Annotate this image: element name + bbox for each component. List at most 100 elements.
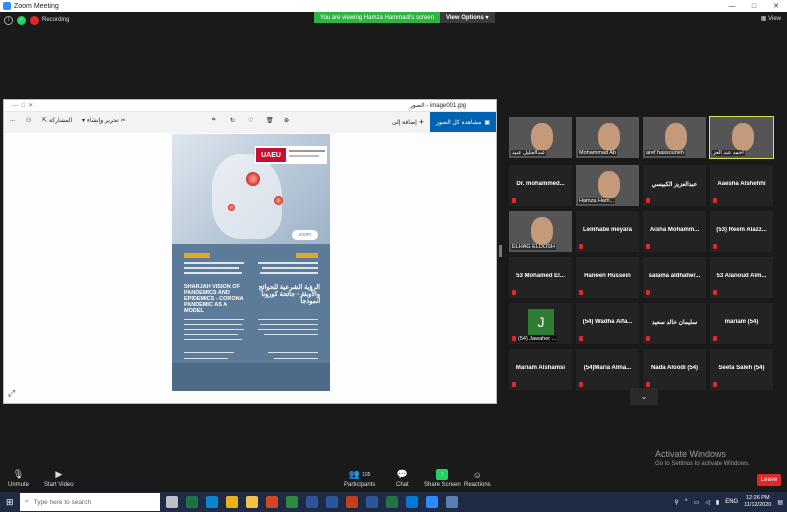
participants-button[interactable]: 👥 105 Participants: [344, 469, 375, 488]
activate-line1: Activate Windows: [655, 449, 727, 459]
start-video-button[interactable]: ▶ Start Video: [44, 469, 74, 488]
participant-tile[interactable]: salama aldhaher...: [642, 256, 707, 299]
chevron-up-icon[interactable]: ^: [685, 499, 688, 505]
poster-hand-graphic: [212, 154, 282, 239]
unmute-button[interactable]: 🎙︎ Unmute: [8, 469, 29, 488]
split-divider-handle[interactable]: [499, 245, 502, 257]
participant-tile[interactable]: (53) Reem Alazz...: [709, 210, 774, 253]
zoom-taskbar-icon[interactable]: [426, 496, 438, 508]
participant-tile[interactable]: (54) Wadha Alfa...: [575, 302, 640, 345]
participant-tile[interactable]: Mariam Alshamsi: [508, 348, 573, 391]
participant-tile[interactable]: mariam (54): [709, 302, 774, 345]
participant-tile[interactable]: عبدالعزيز الكبيسي: [642, 164, 707, 207]
share-screen-button[interactable]: ↑ Share Screen: [424, 469, 461, 488]
expand-icon[interactable]: ⤢: [8, 388, 15, 399]
leave-button[interactable]: Leave: [757, 474, 781, 486]
edge-icon[interactable]: [206, 496, 218, 508]
muted-mic-icon: [646, 336, 650, 341]
people-icon[interactable]: ⚲: [674, 499, 678, 506]
task-view-icon[interactable]: [166, 496, 178, 508]
participant-tile[interactable]: عبدالجليل عبيد: [508, 116, 573, 159]
participant-tile[interactable]: أحمد عبد العز: [709, 116, 774, 159]
add-to-button[interactable]: إضافة إلى +: [392, 117, 424, 127]
notifications-icon[interactable]: ▤: [777, 499, 783, 506]
poster-text-line: [268, 352, 318, 353]
file-explorer-icon[interactable]: [246, 496, 258, 508]
poster-tag-en: [184, 253, 210, 258]
info-icon[interactable]: i: [4, 15, 13, 25]
participant-tile[interactable]: Mohammad Ab: [575, 116, 640, 159]
participant-tile[interactable]: J (54) Jawaher ...: [508, 302, 573, 345]
participant-tile[interactable]: Aaesha Alshehhi: [709, 164, 774, 207]
word-icon[interactable]: [306, 496, 318, 508]
chevron-down-icon[interactable]: ⌄: [630, 388, 658, 405]
meeting-top-strip: i ✓ Recording You are viewing Hamza Hamm…: [0, 12, 787, 28]
window-title: Zoom Meeting: [14, 2, 59, 10]
muted-mic-icon: [646, 244, 650, 249]
participant-tile[interactable]: (54)Maria Alma...: [575, 348, 640, 391]
recording-icon: [30, 15, 39, 25]
participant-name: aref hassouneh: [645, 150, 685, 156]
logo-line: [289, 155, 319, 157]
favorite-icon[interactable]: ♡: [248, 117, 253, 124]
windows-start-icon[interactable]: ⊞: [6, 497, 16, 507]
excel-icon[interactable]: [186, 496, 198, 508]
word-doc-icon[interactable]: [366, 496, 378, 508]
search-placeholder: Type here to search: [33, 498, 92, 506]
participant-video-face: [531, 217, 553, 245]
edit-create-button[interactable]: ▾ تحرير وإنشاء ✂: [82, 117, 126, 124]
participant-tile[interactable]: Haneen Hussein: [575, 256, 640, 299]
volume-icon[interactable]: ◁: [705, 499, 710, 506]
participant-tile[interactable]: Nada Aloodi (54): [642, 348, 707, 391]
close-button[interactable]: ✕: [765, 2, 787, 10]
participant-video-face: [732, 123, 754, 151]
participant-tile[interactable]: ELHAG ELDOSH: [508, 210, 573, 253]
view-button[interactable]: ▦ View: [761, 15, 781, 22]
language-icon[interactable]: ENG: [725, 499, 738, 505]
battery-icon[interactable]: ▮: [716, 499, 719, 506]
outlook-icon[interactable]: [406, 496, 418, 508]
more-button[interactable]: ...: [10, 117, 15, 123]
shield-icon[interactable]: ✓: [17, 15, 26, 25]
share-button[interactable]: ⇱ المشاركة: [42, 117, 72, 124]
participant-name: Hamza Ham...: [578, 198, 616, 204]
rotate-icon[interactable]: ↻: [230, 117, 235, 124]
powerpoint-icon[interactable]: [266, 496, 278, 508]
delete-icon[interactable]: 🗑: [266, 117, 274, 124]
participant-tile[interactable]: aref hassouneh: [642, 116, 707, 159]
word-doc-icon[interactable]: [326, 496, 338, 508]
excel-doc-icon[interactable]: [386, 496, 398, 508]
participant-tile[interactable]: Aisha Mohamm...: [642, 210, 707, 253]
chrome-icon[interactable]: [226, 496, 238, 508]
zoom-icon[interactable]: ⊕: [284, 117, 289, 124]
taskbar-clock[interactable]: 12:26 PM 11/12/2020: [744, 495, 771, 509]
poster-text-line: [184, 358, 228, 359]
people-icon[interactable]: ⚇: [26, 117, 31, 124]
minimize-button[interactable]: —: [721, 3, 743, 10]
viewer-window-controls[interactable]: — □ ✕: [12, 102, 33, 109]
participant-name: Lemhabe meyara: [582, 227, 633, 233]
photos-icon[interactable]: [446, 496, 458, 508]
participant-name: Aisha Mohamm...: [649, 227, 700, 233]
reactions-button[interactable]: ☺ Reactions: [464, 469, 491, 489]
poster-text-line: [258, 262, 318, 264]
chat-button[interactable]: 💬 Chat: [396, 469, 409, 488]
participant-tile[interactable]: 53 Mohamed El...: [508, 256, 573, 299]
participant-tile[interactable]: Seeta Saleh (54): [709, 348, 774, 391]
participant-tile[interactable]: 53 Alanoud Alm...: [709, 256, 774, 299]
reactions-label: Reactions: [464, 482, 491, 488]
acrobat-icon[interactable]: [346, 496, 358, 508]
crop-icon[interactable]: ⌗: [212, 117, 215, 124]
see-all-photos-button[interactable]: مشاهدة كل الصور ▣: [430, 112, 496, 132]
participant-tile[interactable]: Hamza Ham...: [575, 164, 640, 207]
participant-tile[interactable]: سليمان خالد سعيد: [642, 302, 707, 345]
network-icon[interactable]: ▭: [694, 499, 700, 506]
publisher-icon[interactable]: [286, 496, 298, 508]
taskbar-search-box[interactable]: ⌕ Type here to search: [20, 493, 160, 511]
poster-tag-ar: [296, 253, 318, 258]
participant-tile[interactable]: Lemhabe meyara: [575, 210, 640, 253]
maximize-button[interactable]: □: [743, 3, 765, 10]
clock-time: 12:26 PM: [745, 495, 770, 501]
view-options-button[interactable]: View Options ▾: [439, 12, 495, 23]
participant-tile[interactable]: Dr. mohammed...: [508, 164, 573, 207]
